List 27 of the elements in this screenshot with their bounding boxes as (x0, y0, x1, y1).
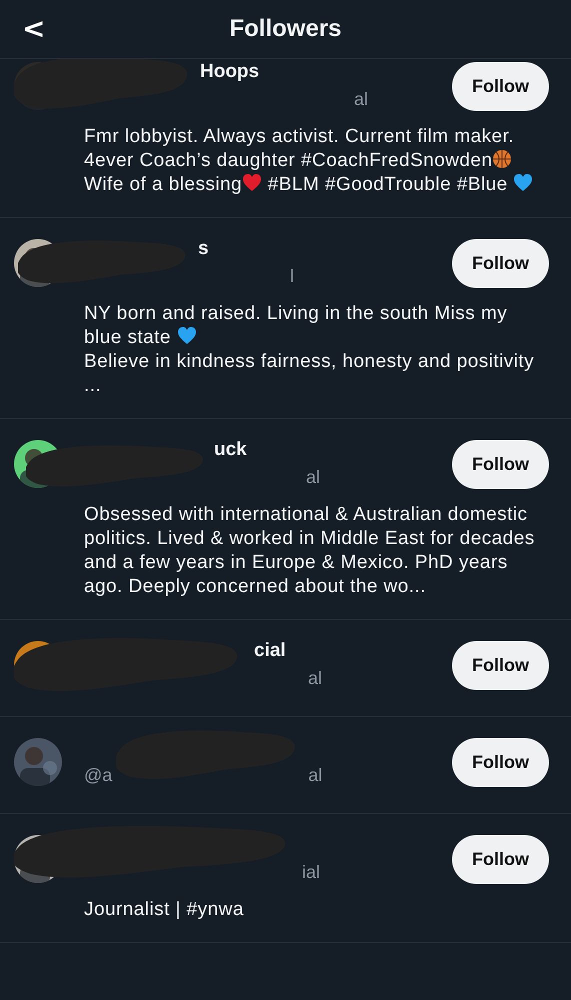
user-handle: @a (84, 765, 112, 787)
heart-icon (176, 326, 197, 346)
user-bio: Obsessed with international & Australian domestic politics. Lived & worked in Middle East for decades and a few years in Europe & Mexico. PhD years ago. Deeply concerned about the wo... (84, 503, 536, 599)
heart-icon (242, 173, 262, 193)
user-handle: al (308, 668, 322, 690)
user-handle: ial (302, 862, 320, 884)
user-name[interactable]: uck (214, 439, 247, 461)
user-handle: al (308, 765, 322, 787)
user-bio: Fmr lobbyist. Always activist. Current film maker. 4ever Coach’s daughter #CoachFredSnowden Wife of a blessing #BLM #GoodTrouble #Blue (84, 125, 549, 197)
follow-button[interactable]: Follow (452, 440, 549, 488)
user-handle: al (354, 89, 368, 111)
back-button[interactable]: < (18, 12, 50, 45)
user-handle: al (306, 467, 320, 489)
follow-button[interactable]: Follow (452, 238, 549, 288)
follow-button[interactable]: Follow (452, 62, 549, 110)
user-bio: Journalist | #ynwa (84, 898, 245, 922)
user-name[interactable]: s (198, 238, 209, 260)
follow-button[interactable]: Follow (452, 640, 549, 690)
follow-button[interactable]: Follow (452, 738, 549, 786)
user-bio: NY born and raised. Living in the south Miss my blue state Believe in kindness fairness, honesty and positivity ... (84, 302, 536, 398)
user-name[interactable]: cial (254, 640, 286, 662)
user-handle: l (290, 266, 294, 288)
page-title: Followers (229, 15, 342, 43)
follow-button[interactable]: Follow (452, 834, 549, 884)
user-name[interactable]: Hoops (200, 61, 260, 83)
heart-icon (513, 173, 534, 193)
basketball-icon (492, 149, 512, 169)
